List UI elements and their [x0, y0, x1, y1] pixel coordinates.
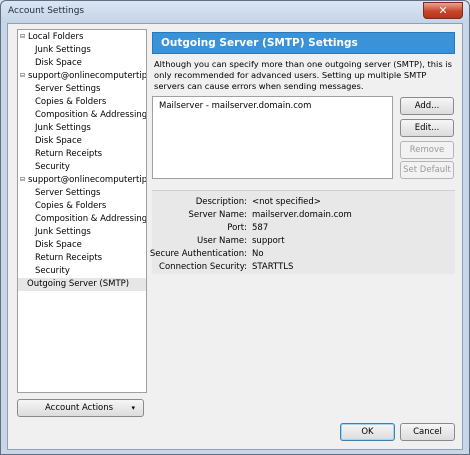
collapse-toggle-icon[interactable]: ⊟ — [20, 73, 27, 80]
dropdown-arrow-icon: ▾ — [131, 404, 135, 412]
tree-settings-item[interactable]: Junk Settings — [18, 122, 146, 135]
panel-heading: Outgoing Server (SMTP) Settings — [161, 37, 358, 49]
detail-row-user-name: User Name: support — [152, 235, 455, 248]
tree-item-label: Outgoing Server (SMTP) — [27, 279, 130, 289]
detail-row-connection-security: Connection Security: STARTTLS — [152, 261, 455, 274]
account-actions-label: Account Actions — [45, 403, 114, 413]
tree-item-label: support@onlinecomputertip... — [28, 71, 147, 81]
tree-account-node[interactable]: ⊟ Local Folders — [18, 31, 146, 44]
tree-account-node[interactable]: ⊟ support@onlinecomputertip... — [18, 174, 147, 187]
tree-settings-item[interactable]: Security — [18, 161, 146, 174]
tree-item-label: Security — [35, 162, 70, 172]
account-actions-button[interactable]: Account Actions ▾ — [17, 399, 144, 417]
tree-settings-item[interactable]: Server Settings — [18, 187, 146, 200]
tree-item-label: support@onlinecomputertip... — [28, 175, 147, 185]
cancel-button[interactable]: Cancel — [400, 423, 455, 441]
tree-item-label: Return Receipts — [35, 253, 103, 263]
tree-settings-item[interactable]: Composition & Addressing — [18, 213, 147, 226]
tree-account-node[interactable]: Outgoing Server (SMTP) — [18, 278, 146, 291]
tree-settings-item[interactable]: Junk Settings — [18, 226, 146, 239]
detail-key: Secure Authentication: — [149, 249, 247, 259]
tree-settings-item[interactable]: Copies & Folders — [18, 200, 146, 213]
tree-item-label: Copies & Folders — [35, 97, 107, 107]
tree-item-label: Composition & Addressing — [35, 110, 147, 120]
detail-value: 587 — [252, 223, 269, 233]
tree-account-node[interactable]: ⊟ support@onlinecomputertip... — [18, 70, 147, 83]
add-button[interactable]: Add... — [400, 97, 454, 115]
tree-settings-item[interactable]: Disk Space — [18, 135, 146, 148]
tree-item-label: Server Settings — [35, 188, 101, 198]
remove-button[interactable]: Remove — [400, 141, 454, 159]
tree-settings-item[interactable]: Copies & Folders — [18, 96, 146, 109]
detail-value: No — [252, 249, 264, 259]
close-button[interactable]: ✕ — [423, 2, 463, 19]
detail-row-server-name: Server Name: mailserver.domain.com — [152, 209, 455, 222]
tree-item-label: Junk Settings — [35, 227, 91, 237]
detail-value: support — [252, 236, 285, 246]
tree-item-label: Server Settings — [35, 84, 101, 94]
tree-item-label: Security — [35, 266, 70, 276]
set-default-button[interactable]: Set Default — [400, 161, 454, 179]
tree-item-label: Disk Space — [35, 136, 82, 146]
ok-button[interactable]: OK — [340, 423, 395, 441]
detail-key: Port: — [227, 223, 247, 233]
smtp-server-item[interactable]: Mailserver - mailserver.domain.com — [159, 101, 311, 111]
detail-key: Connection Security: — [159, 262, 247, 272]
tree-item-label: Return Receipts — [35, 149, 103, 159]
panel-description: Although you can specify more than one o… — [154, 59, 452, 91]
tree-item-label: Disk Space — [35, 240, 82, 250]
panel-header: Outgoing Server (SMTP) Settings — [152, 32, 455, 54]
account-tree[interactable]: ⊟ Local Folders Junk Settings Disk Space ⊟ su… — [17, 29, 147, 393]
tree-settings-item[interactable]: Composition & Addressing — [18, 109, 147, 122]
detail-key: Description: — [195, 197, 247, 207]
detail-row-description: Description: <not specified> — [152, 196, 455, 209]
tree-settings-item[interactable]: Security — [18, 265, 146, 278]
tree-settings-item[interactable]: Disk Space — [18, 239, 146, 252]
tree-settings-item[interactable]: Junk Settings — [18, 44, 146, 57]
detail-value: <not specified> — [252, 197, 321, 207]
tree-item-label: Junk Settings — [35, 123, 91, 133]
tree-settings-item[interactable]: Return Receipts — [18, 252, 146, 265]
detail-value: mailserver.domain.com — [252, 210, 352, 220]
tree-settings-item[interactable]: Disk Space — [18, 57, 146, 70]
detail-key: Server Name: — [188, 210, 247, 220]
detail-value: STARTTLS — [252, 262, 294, 272]
tree-settings-item[interactable]: Return Receipts — [18, 148, 146, 161]
dialog-client-area: ⊟ Local Folders Junk Settings Disk Space ⊟ su… — [7, 23, 463, 450]
edit-button[interactable]: Edit... — [400, 119, 454, 137]
tree-settings-item[interactable]: Server Settings — [18, 83, 146, 96]
server-details: Description: <not specified> Server Name… — [149, 190, 455, 274]
account-settings-window: Account Settings ✕ ⊟ Local Folders Junk Se… — [0, 0, 470, 455]
collapse-toggle-icon[interactable]: ⊟ — [20, 34, 27, 41]
tree-item-label: Composition & Addressing — [35, 214, 147, 224]
window-title: Account Settings — [8, 6, 85, 16]
smtp-server-list[interactable]: Mailserver - mailserver.domain.com — [152, 96, 393, 179]
tree-item-label: Local Folders — [28, 32, 84, 42]
tree-item-label: Junk Settings — [35, 45, 91, 55]
tree-item-label: Copies & Folders — [35, 201, 107, 211]
detail-key: User Name: — [196, 236, 247, 246]
title-bar: Account Settings ✕ — [1, 1, 469, 23]
tree-item-label: Disk Space — [35, 58, 82, 68]
detail-row-secure-authentication: Secure Authentication: No — [149, 248, 455, 261]
collapse-toggle-icon[interactable]: ⊟ — [20, 177, 27, 184]
detail-row-port: Port: 587 — [152, 222, 455, 235]
